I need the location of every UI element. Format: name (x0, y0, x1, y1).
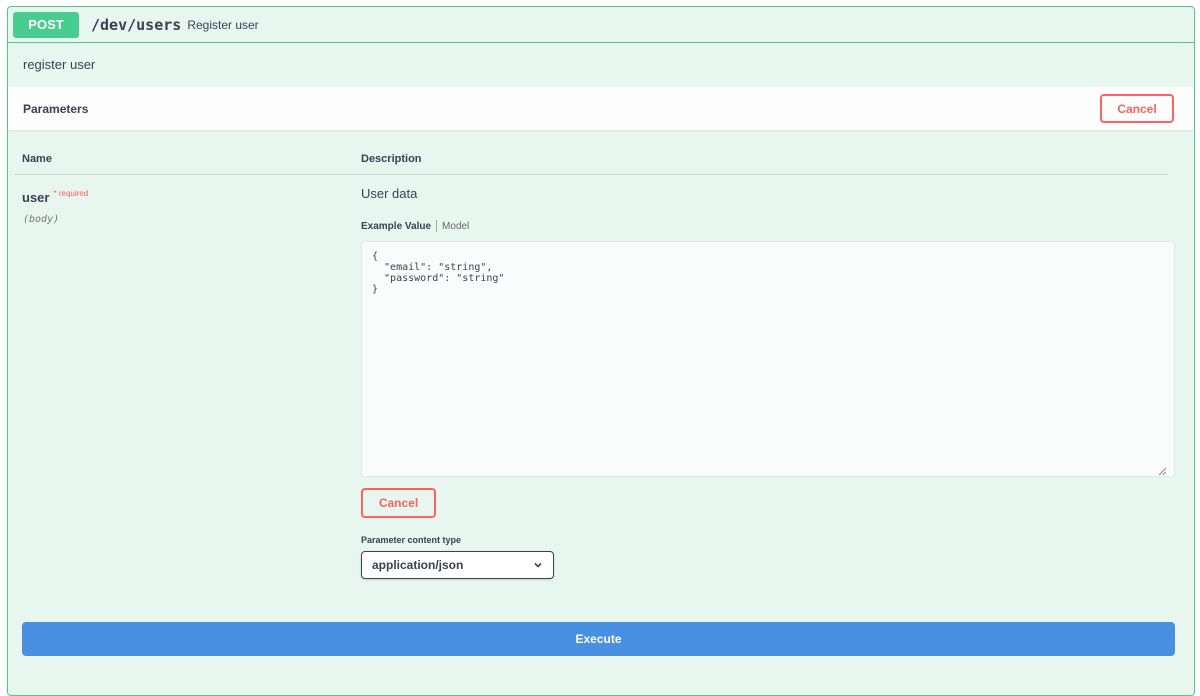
header-divider (15, 174, 1168, 175)
parameters-header: Parameters Cancel (8, 87, 1194, 130)
request-body-textarea[interactable]: { "email": "string", "password": "string… (361, 241, 1175, 477)
method-badge: POST (13, 11, 79, 38)
operation-summary-text: Register user (187, 17, 259, 32)
content-type-value: application/json (372, 558, 464, 572)
operation-summary[interactable]: POST /dev/users Register user (8, 7, 1194, 43)
name-column-header: Name (22, 153, 52, 165)
example-model-tabs: Example Value Model (361, 220, 469, 232)
execute-button[interactable]: Execute (22, 622, 1175, 656)
operation-path: /dev/users (91, 15, 182, 34)
parameter-description: User data (361, 186, 418, 201)
resize-handle-icon[interactable] (1158, 467, 1166, 475)
parameter-name-text: user (22, 190, 50, 205)
parameter-location: (body) (23, 214, 60, 225)
required-marker: * required (53, 189, 89, 198)
parameter-name: user * required (22, 189, 89, 205)
chevron-down-icon (534, 562, 542, 568)
tab-example-value[interactable]: Example Value (361, 221, 431, 232)
content-type-label: Parameter content type (361, 535, 462, 545)
content-type-select[interactable]: application/json (361, 551, 554, 579)
parameters-title: Parameters (23, 101, 89, 116)
tab-model[interactable]: Model (442, 221, 469, 232)
required-label: required (58, 189, 89, 198)
try-out-cancel-button[interactable]: Cancel (1100, 94, 1174, 123)
tab-divider (436, 220, 438, 232)
description-column-header: Description (361, 153, 422, 165)
body-cancel-button[interactable]: Cancel (361, 488, 436, 518)
operation-description: register user (23, 57, 96, 72)
